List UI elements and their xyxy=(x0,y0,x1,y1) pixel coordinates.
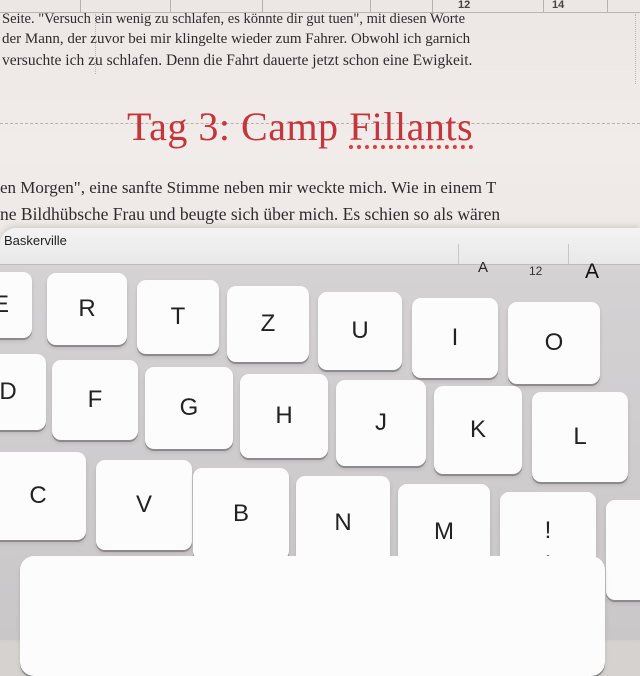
key-r[interactable]: R xyxy=(47,273,127,345)
margin-guide xyxy=(635,14,636,84)
key-o[interactable]: O xyxy=(508,302,600,384)
key-j[interactable]: J xyxy=(336,380,426,466)
key-k[interactable]: K xyxy=(434,386,522,474)
key-c[interactable]: C xyxy=(0,452,86,540)
key-v[interactable]: V xyxy=(96,460,192,550)
margin-guide xyxy=(95,14,96,74)
increase-font-size-button[interactable]: A xyxy=(585,260,599,284)
heading-text: Tag 3: Camp xyxy=(127,104,350,149)
key-e[interactable]: E xyxy=(0,272,32,338)
misspelled-word[interactable]: Fillants xyxy=(349,104,473,149)
body-text-line: ne Bildhübsche Frau und beugte sich über… xyxy=(0,204,501,224)
document-page[interactable]: 12 14 Seite. "Versuch ein wenig zu schla… xyxy=(0,0,640,250)
font-size-value: 12 xyxy=(529,264,543,278)
key-i[interactable]: I xyxy=(412,298,498,378)
key-d[interactable]: D xyxy=(0,354,46,430)
body-text-line: en Morgen", eine sanfte Stimme neben mir… xyxy=(0,178,497,197)
ruler-tick xyxy=(607,0,608,12)
toolbar-divider xyxy=(568,244,569,264)
key-u[interactable]: U xyxy=(318,292,402,370)
ruler-number: 12 xyxy=(458,0,471,11)
key-b[interactable]: B xyxy=(193,468,289,560)
body-text-line: der Mann, der zuvor bei mir klingelte wi… xyxy=(2,31,471,47)
ruler-tick xyxy=(543,0,544,12)
key-h[interactable]: H xyxy=(240,374,328,458)
key-l[interactable]: L xyxy=(532,392,628,482)
key-g[interactable]: G xyxy=(145,367,233,449)
space-bar[interactable] xyxy=(20,556,605,676)
keyboard-toolbar: Baskerville xyxy=(0,228,640,265)
font-name-button[interactable]: Baskerville xyxy=(4,233,67,248)
toolbar-divider xyxy=(458,244,459,264)
chapter-heading: Tag 3: Camp Fillants xyxy=(127,103,473,150)
key-f[interactable]: F xyxy=(52,360,138,440)
key-partial[interactable] xyxy=(606,500,640,600)
ruler-number: 14 xyxy=(552,0,565,11)
key-z[interactable]: Z xyxy=(227,286,309,362)
key-t[interactable]: T xyxy=(137,280,219,354)
body-text-line: Seite. "Versuch ein wenig zu schlafen, e… xyxy=(2,11,466,27)
body-text-line: versuchte ich zu schlafen. Denn die Fahr… xyxy=(2,52,473,69)
decrease-font-size-button[interactable]: A xyxy=(478,259,488,276)
